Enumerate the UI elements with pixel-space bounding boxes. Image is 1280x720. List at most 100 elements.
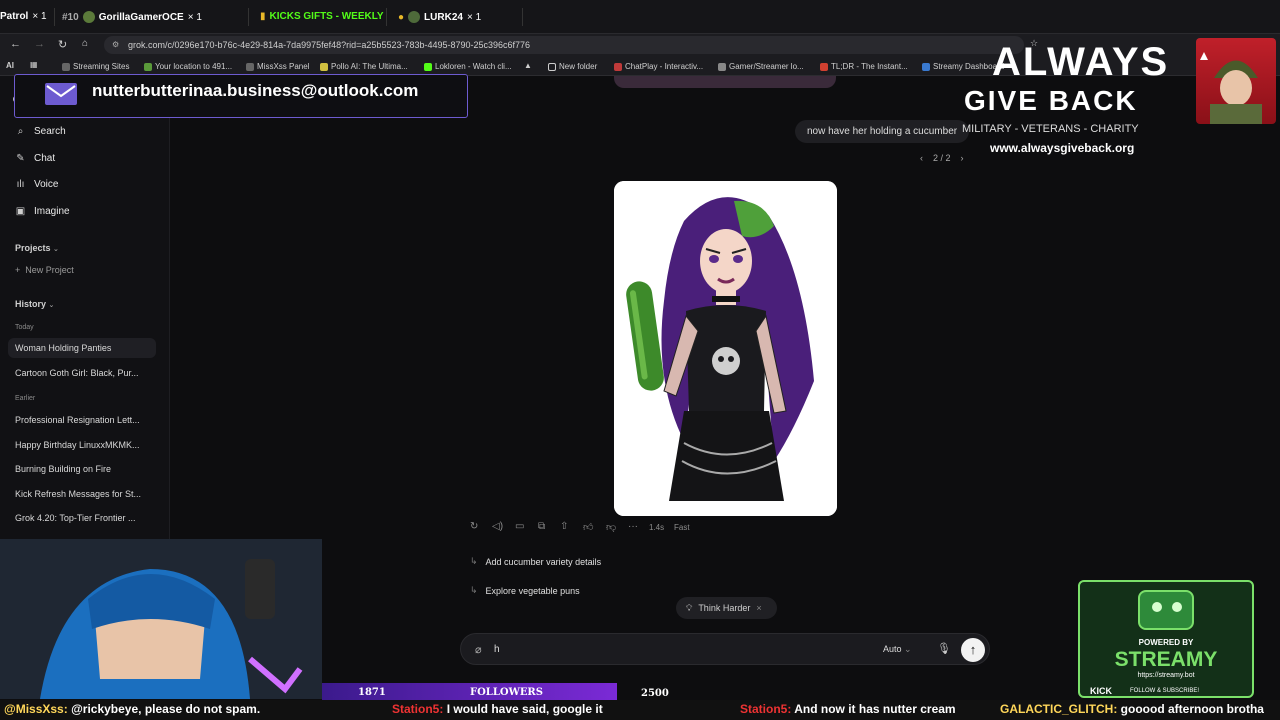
topbar-suffix: × 1 [187,11,202,23]
copy-icon[interactable]: ⧉ [538,521,545,532]
plus-icon: + [15,265,21,275]
address-bar[interactable]: ⚙ grok.com/c/0296e170-b76c-4e29-814a-7da… [104,36,1024,54]
topbar-item-lurk: ● LURK24 × 1 [398,11,481,23]
new-project-label: New Project [25,265,74,275]
avatar-icon [82,11,95,23]
bookmark-label: Pollo AI: The Ultima... [331,62,408,71]
suggestion-item[interactable]: ↳ Explore vegetable puns [470,585,580,596]
grid-icon[interactable]: ▦ [30,60,38,69]
microphone-icon[interactable]: 🎙︎ [937,642,951,655]
streamy-powered-by: POWERED BY [1138,638,1194,647]
suggestion-label: Explore vegetable puns [485,585,580,596]
gift-icon: ▮ [260,11,266,22]
arrow-icon: ↳ [470,585,478,595]
robot-icon [1138,590,1194,630]
chevron-left-icon[interactable]: ‹ [920,153,923,163]
ai-icon[interactable]: ▲ [524,61,532,70]
ticker-message: Station5: And now it has nutter cream [740,702,956,716]
history-item[interactable]: Grok 4.20: Top-Tier Frontier ... [15,513,136,523]
earlier-label: Earlier [15,395,36,402]
k-icon [718,62,726,71]
pager-label: 2 / 2 [933,153,951,163]
chevron-down-icon: ⌄ [53,246,59,253]
bookmark-item[interactable]: MissXss Panel [246,62,309,71]
bookmark-label: Your location to 491... [155,62,233,71]
topbar-label: Patrol [0,11,29,22]
topbar-label: KICKS GIFTS - WEEKLY [269,11,384,22]
history-item[interactable]: Cartoon Goth Girl: Black, Pur... [15,368,139,378]
user-message-bubble: now have her holding a cucumber [795,120,970,143]
nav-label: Imagine [34,206,70,217]
section-label: Projects [15,243,51,253]
mail-icon [45,83,77,105]
apps-icon[interactable]: AI [6,61,14,70]
previous-generated-image[interactable] [614,76,836,88]
share-icon[interactable]: ⇧ [560,521,568,532]
nav-label: Search [34,126,66,137]
more-icon[interactable]: ··· [628,521,638,532]
email-address: nutterbutterinaa.business@outlook.com [92,81,419,100]
send-button[interactable]: ↑ [961,638,985,662]
tldr-icon [820,62,828,71]
history-item[interactable]: Woman Holding Panties [15,343,111,353]
nav-imagine[interactable]: ▣ Imagine [15,206,70,217]
ticker-user: GALACTIC_GLITCH: [1000,702,1118,716]
streamy-icon [922,62,930,71]
voice-icon: ılı [16,179,25,190]
nav-search[interactable]: ⌕ Search [15,126,66,137]
nav-voice[interactable]: ılı Voice [15,179,59,190]
think-harder-chip[interactable]: 💡︎ Think Harder × [676,597,777,619]
email-banner: nutterbutterinaa.business@outlook.com [14,74,468,118]
always-give-back-logo: ALWAYS GIVE BACK MILITARY - VETERANS - C… [958,40,1173,158]
history-item[interactable]: Burning Building on Fire [15,464,111,474]
suggestion-item[interactable]: ↳ Add cucumber variety details [470,556,601,567]
history-header[interactable]: History ⌄ [15,299,54,309]
home-icon[interactable]: ⌂ [82,38,88,49]
generated-image[interactable] [614,181,837,516]
history-item[interactable]: Professional Resignation Lett... [15,415,140,425]
bookmark-label: Lokloren - Watch cli... [435,62,512,71]
streamy-name: STREAMY [1114,648,1218,671]
message-composer[interactable]: ⌀ h Auto ⌄ 🎙︎ ↑ [460,633,990,665]
streamy-badge: POWERED BY STREAMY https://streamy.bot K… [1078,580,1254,698]
regenerate-icon[interactable]: ↻ [470,521,478,532]
streamy-url: https://streamy.bot [1137,672,1195,679]
lightbulb-icon: 💡︎ [686,602,693,613]
thumbs-up-icon[interactable]: 👍︎ [583,521,593,533]
pollo-icon [320,62,328,71]
nav-chat[interactable]: ✎ Chat [15,153,55,164]
bookmark-item[interactable]: Your location to 491... [144,62,232,71]
model-selector[interactable]: Auto ⌄ [883,644,912,655]
ticker-message: Station5: I would have said, google it [392,702,603,716]
ticker-text: I would have said, google it [446,702,603,716]
thumbs-down-icon[interactable]: 👎︎ [606,521,616,533]
comment-icon[interactable]: ▭ [515,521,524,532]
divider [386,8,387,26]
bookmark-label: MissXss Panel [257,62,310,71]
url-text[interactable]: grok.com/c/0296e170-b76c-4e29-814a-7da99… [128,40,530,50]
new-project-button[interactable]: + New Project [15,265,74,275]
bookmark-item[interactable]: Lokloren - Watch cli... [424,62,512,71]
history-item[interactable]: Kick Refresh Messages for St... [15,489,141,499]
followers-current: 1871 [358,687,386,698]
attach-icon[interactable]: ⌀ [475,643,482,656]
arrow-up-icon: ↑ [969,642,977,657]
goth-girl-illustration [614,181,837,516]
bookmark-item[interactable]: New folder [548,62,597,71]
close-icon[interactable]: × [756,603,761,613]
reload-icon[interactable]: ↻ [58,38,67,51]
response-time: 1.4s [649,523,665,532]
back-icon[interactable]: ← [10,38,21,50]
bookmark-item[interactable]: Pollo AI: The Ultima... [320,62,408,71]
bookmark-item[interactable]: Streaming Sites [62,62,129,71]
bookmark-item[interactable]: TL;DR - The Instant... [820,62,908,71]
forward-icon[interactable]: → [34,38,45,50]
bookmark-item[interactable]: Gamer/Streamer lo... [718,62,804,71]
topbar-item-kicks-gifts: ▮ KICKS GIFTS - WEEKLY [260,11,384,22]
site-info-icon[interactable]: ⚙ [112,40,119,49]
projects-header[interactable]: Projects ⌄ [15,243,59,253]
bookmark-item[interactable]: ChatPlay - Interactiv... [614,62,703,71]
history-item[interactable]: Happy Birthday LinuxxMKMK... [15,440,140,450]
composer-input[interactable]: h [494,644,500,655]
speaker-icon[interactable]: ◁) [492,521,503,532]
